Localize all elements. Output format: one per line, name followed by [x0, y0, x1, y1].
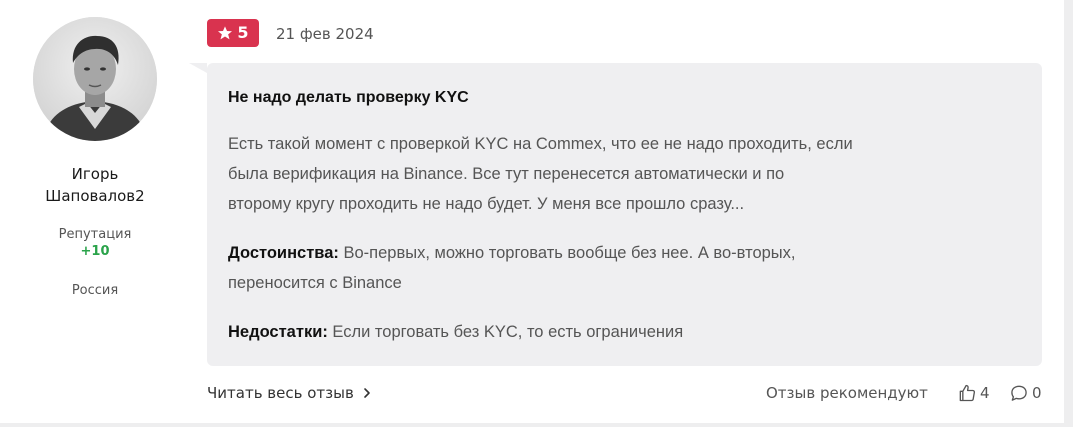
author-country: Россия	[71, 283, 119, 298]
review-pros-line: Достоинства: Во-первых, можно торговать …	[228, 238, 1018, 268]
page-edge-right	[1064, 0, 1073, 427]
cons-label: Недостатки:	[228, 323, 328, 341]
review-cons: Недостатки: Если торговать без KYC, то е…	[228, 317, 1018, 347]
comments-count: 0	[1032, 384, 1042, 402]
page-edge-bottom	[0, 423, 1073, 427]
avatar-photo	[33, 17, 157, 141]
author-name-last: Шаповалов2	[45, 187, 145, 205]
rating-value: 5	[237, 23, 249, 42]
review-body: Есть такой момент с проверкой KYC на Com…	[228, 129, 1018, 219]
pros-text: Во-первых, можно торговать вообще без не…	[338, 244, 796, 262]
thumbs-up-icon	[959, 384, 976, 402]
recommend-label: Отзыв рекомендуют	[766, 384, 928, 402]
pros-label: Достоинства:	[228, 244, 339, 262]
card-notch	[189, 63, 207, 73]
cons-text: Если торговать без KYC, то есть ограниче…	[327, 323, 684, 341]
star-icon	[218, 26, 233, 40]
review-card: Не надо делать проверку KYC Есть такой м…	[207, 63, 1042, 366]
author-name-first: Игорь	[71, 165, 119, 183]
read-full-review-label: Читать весь отзыв	[207, 384, 354, 402]
likes-count: 4	[980, 384, 990, 402]
author-name[interactable]: Игорь Шаповалов2	[10, 163, 180, 207]
comment-bubble-icon	[1011, 385, 1027, 401]
read-full-review-link[interactable]: Читать весь отзыв	[207, 382, 372, 404]
review-pros: Достоинства: Во-первых, можно торговать …	[228, 238, 1018, 298]
reputation-value: +10	[80, 244, 110, 259]
review-title[interactable]: Не надо делать проверку KYC	[228, 87, 469, 109]
like-button[interactable]: 4	[957, 381, 990, 405]
rating-badge: 5	[207, 19, 259, 47]
review-date: 21 фев 2024	[276, 25, 374, 43]
comments-button[interactable]: 0	[1009, 381, 1042, 405]
review-body-line: была верификация на Binance. Все тут пер…	[228, 165, 785, 183]
review-pros-line: переносится с Binance	[228, 274, 402, 292]
avatar[interactable]	[33, 17, 157, 141]
review-body-line: второму кругу проходить не надо будет. У…	[228, 195, 745, 213]
review-body-line: Есть такой момент с проверкой KYC на Com…	[228, 135, 853, 153]
chevron-right-icon	[364, 388, 370, 398]
reputation-label: Репутация	[58, 227, 132, 242]
